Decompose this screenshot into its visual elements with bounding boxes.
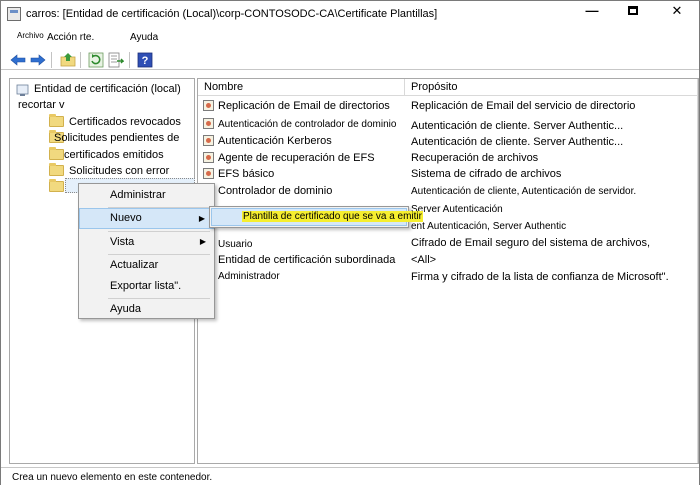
row-name[interactable]: Replicación de Email de directorios: [218, 100, 390, 112]
pane-edge: [697, 79, 698, 463]
row-purpose: Server Autenticación: [411, 204, 503, 215]
row-name[interactable]: EFS básico: [218, 168, 274, 180]
context-item-label: Actualizar: [110, 259, 159, 271]
context-item-nuevo[interactable]: Nuevo ▶: [79, 208, 214, 229]
certificate-authority-icon: [16, 84, 29, 96]
row-name[interactable]: Autenticación de controlador de dominio: [218, 119, 396, 130]
row-purpose: Autenticación de cliente. Server Authent…: [411, 136, 624, 148]
context-menu: Administrar Nuevo ▶ Vista ▶ Actualizar E…: [78, 183, 215, 319]
row-name[interactable]: Entidad de certificación subordinada: [218, 254, 395, 266]
mmc-window: carros: [Entidad de certificación (Local…: [0, 0, 700, 485]
certificate-template-icon: [203, 152, 214, 163]
context-item-label: Exportar lista".: [110, 280, 182, 292]
minimize-button[interactable]: —: [573, 1, 611, 21]
context-item-label: Nuevo: [110, 212, 142, 224]
row-purpose: Firma y cifrado de la lista de confianza…: [411, 271, 669, 283]
back-arrow-icon[interactable]: [10, 52, 26, 68]
status-bar: Crea un nuevo elemento en este contenedo…: [1, 467, 699, 485]
row-purpose: Replicación de Email del servicio de dir…: [411, 100, 636, 112]
context-item-ayuda[interactable]: Ayuda: [79, 299, 214, 320]
row-purpose: Cifrado de Email seguro del sistema de a…: [411, 237, 651, 249]
title-bar[interactable]: carros: [Entidad de certificación (Local…: [1, 1, 699, 28]
row-purpose: ent Autenticación, Server Authentic: [411, 221, 567, 232]
export-list-icon[interactable]: [108, 52, 124, 68]
help-glyph: ?: [142, 55, 149, 67]
console-icon: [7, 7, 21, 21]
forward-arrow-icon[interactable]: [30, 52, 46, 68]
context-item-vista[interactable]: Vista ▶: [79, 232, 214, 253]
folder-icon: [49, 114, 64, 127]
submenu-arrow-icon: ▶: [198, 214, 205, 223]
context-item-exportar-lista[interactable]: Exportar lista".: [79, 276, 214, 297]
row-purpose: <All>: [411, 254, 437, 266]
nuevo-submenu: Plantilla de certificado que se va a emi…: [209, 206, 423, 228]
tree-root-label[interactable]: Entidad de certificación (local): [34, 83, 181, 95]
folder-icon: [49, 179, 64, 192]
column-header-proposito[interactable]: Propósito: [405, 79, 698, 96]
tree-item-emitidos[interactable]: certificados emitidos: [64, 149, 164, 161]
toolbar: ?: [1, 49, 699, 70]
menu-ayuda[interactable]: Ayuda: [130, 32, 158, 43]
context-item-label: Ayuda: [110, 303, 141, 315]
menu-accion[interactable]: Acción rte.: [47, 32, 94, 43]
certificate-template-icon: [203, 100, 214, 111]
menu-bar: Archivo Acción rte. Ayuda: [1, 30, 699, 48]
row-purpose: Sistema de cifrado de archivos: [411, 168, 562, 180]
context-item-actualizar[interactable]: Actualizar: [79, 255, 214, 276]
row-name[interactable]: Agente de recuperación de EFS: [218, 152, 375, 164]
refresh-icon[interactable]: [88, 52, 104, 68]
up-folder-icon[interactable]: [60, 52, 76, 68]
tree-item-pendientes[interactable]: Solicitudes pendientes de: [54, 132, 179, 144]
close-button[interactable]: ✕: [655, 1, 699, 21]
context-item-label: Vista: [110, 236, 135, 248]
row-purpose: Recuperación de archivos: [411, 152, 539, 164]
maximize-icon: [628, 5, 638, 15]
toolbar-separator: [129, 52, 130, 68]
certificate-template-icon: [203, 135, 214, 146]
folder-icon: [49, 147, 64, 160]
maximize-button[interactable]: [614, 1, 652, 21]
toolbar-separator: [80, 52, 81, 68]
toolbar-separator: [51, 52, 52, 68]
submenu-item-label: Plantilla de certificado que se va a emi…: [242, 211, 423, 222]
tree-item-error[interactable]: Solicitudes con error: [69, 165, 169, 177]
context-item-label: Administrar: [110, 189, 166, 201]
certificate-template-icon: [203, 168, 214, 179]
row-name[interactable]: Usuario: [218, 239, 252, 250]
folder-icon: [49, 163, 64, 176]
column-header-nombre[interactable]: Nombre: [198, 79, 405, 96]
row-name[interactable]: Autenticación Kerberos: [218, 135, 332, 147]
menu-archivo[interactable]: Archivo: [17, 31, 44, 40]
submenu-item-plantilla-emitir[interactable]: Plantilla de certificado que se va a emi…: [211, 208, 423, 226]
list-pane[interactable]: Nombre Propósito Replicación de Email de…: [197, 78, 699, 464]
row-purpose: Autenticación de cliente, Autenticación …: [411, 186, 637, 197]
row-purpose: Autenticación de cliente. Server Authent…: [411, 120, 624, 132]
row-name[interactable]: Controlador de dominio: [218, 185, 332, 197]
certificate-template-icon: [203, 118, 214, 129]
context-item-administrar[interactable]: Administrar: [79, 185, 214, 206]
tree-item-revocados[interactable]: Certificados revocados: [69, 116, 181, 128]
window-title: carros: [Entidad de certificación (Local…: [26, 8, 438, 20]
status-text: Crea un nuevo elemento en este contenedo…: [12, 472, 213, 483]
submenu-arrow-icon: ▶: [199, 237, 206, 246]
row-name[interactable]: Administrador: [218, 271, 280, 282]
help-icon[interactable]: ?: [137, 52, 153, 68]
tree-root-sublabel[interactable]: recortar v: [18, 99, 64, 111]
